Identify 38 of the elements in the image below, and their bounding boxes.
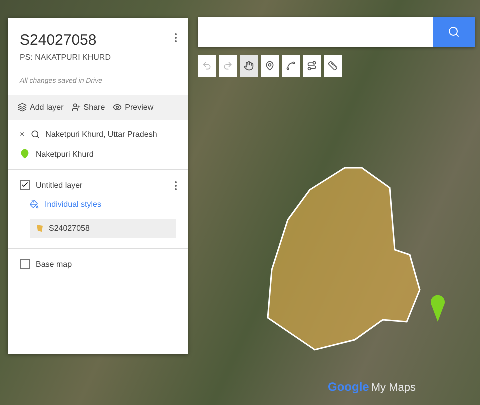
feature-item[interactable]: S24027058 [30, 219, 176, 238]
ruler-icon [328, 61, 338, 71]
route-icon [307, 61, 317, 71]
search-field[interactable] [198, 17, 433, 47]
hand-icon [244, 61, 254, 71]
base-map-checkbox[interactable] [20, 259, 30, 269]
line-tool-button[interactable] [282, 55, 300, 77]
map-title[interactable]: S24027058 [20, 32, 176, 49]
polygon-icon [36, 224, 44, 233]
undo-icon [202, 61, 212, 71]
marker-icon [20, 149, 30, 159]
ruler-tool-button[interactable] [324, 55, 342, 77]
search-query: Naketpuri Khurd, Uttar Pradesh [46, 130, 158, 139]
layer-checkbox[interactable] [20, 180, 30, 190]
action-button[interactable]: Share [72, 103, 106, 112]
search-icon [448, 26, 460, 38]
field-polygon[interactable] [267, 167, 421, 351]
search-icon [30, 130, 40, 139]
layer-icon [18, 103, 27, 112]
line-icon [286, 61, 296, 71]
place-name[interactable]: Naketpuri Khurd [36, 150, 94, 158]
preview-icon [113, 103, 122, 112]
hand-tool-button[interactable] [240, 55, 258, 77]
base-map-label[interactable]: Base map [36, 260, 72, 268]
marker-icon [265, 61, 275, 71]
close-icon[interactable]: × [20, 130, 25, 139]
style-link[interactable]: Individual styles [45, 200, 102, 209]
action-button[interactable]: Preview [113, 103, 154, 112]
route-tool-button[interactable] [303, 55, 321, 77]
map-description: PS: NAKATPURI KHURD [20, 53, 112, 62]
logo: Google My Maps [328, 380, 416, 394]
layer-name[interactable]: Untitled layer [36, 180, 83, 190]
paint-bucket-icon [30, 200, 39, 209]
share-icon [72, 103, 81, 112]
marker-tool-button[interactable] [261, 55, 279, 77]
marker-pin-icon[interactable] [431, 295, 445, 322]
action-button[interactable]: Add layer [18, 103, 64, 112]
redo-icon [223, 61, 233, 71]
